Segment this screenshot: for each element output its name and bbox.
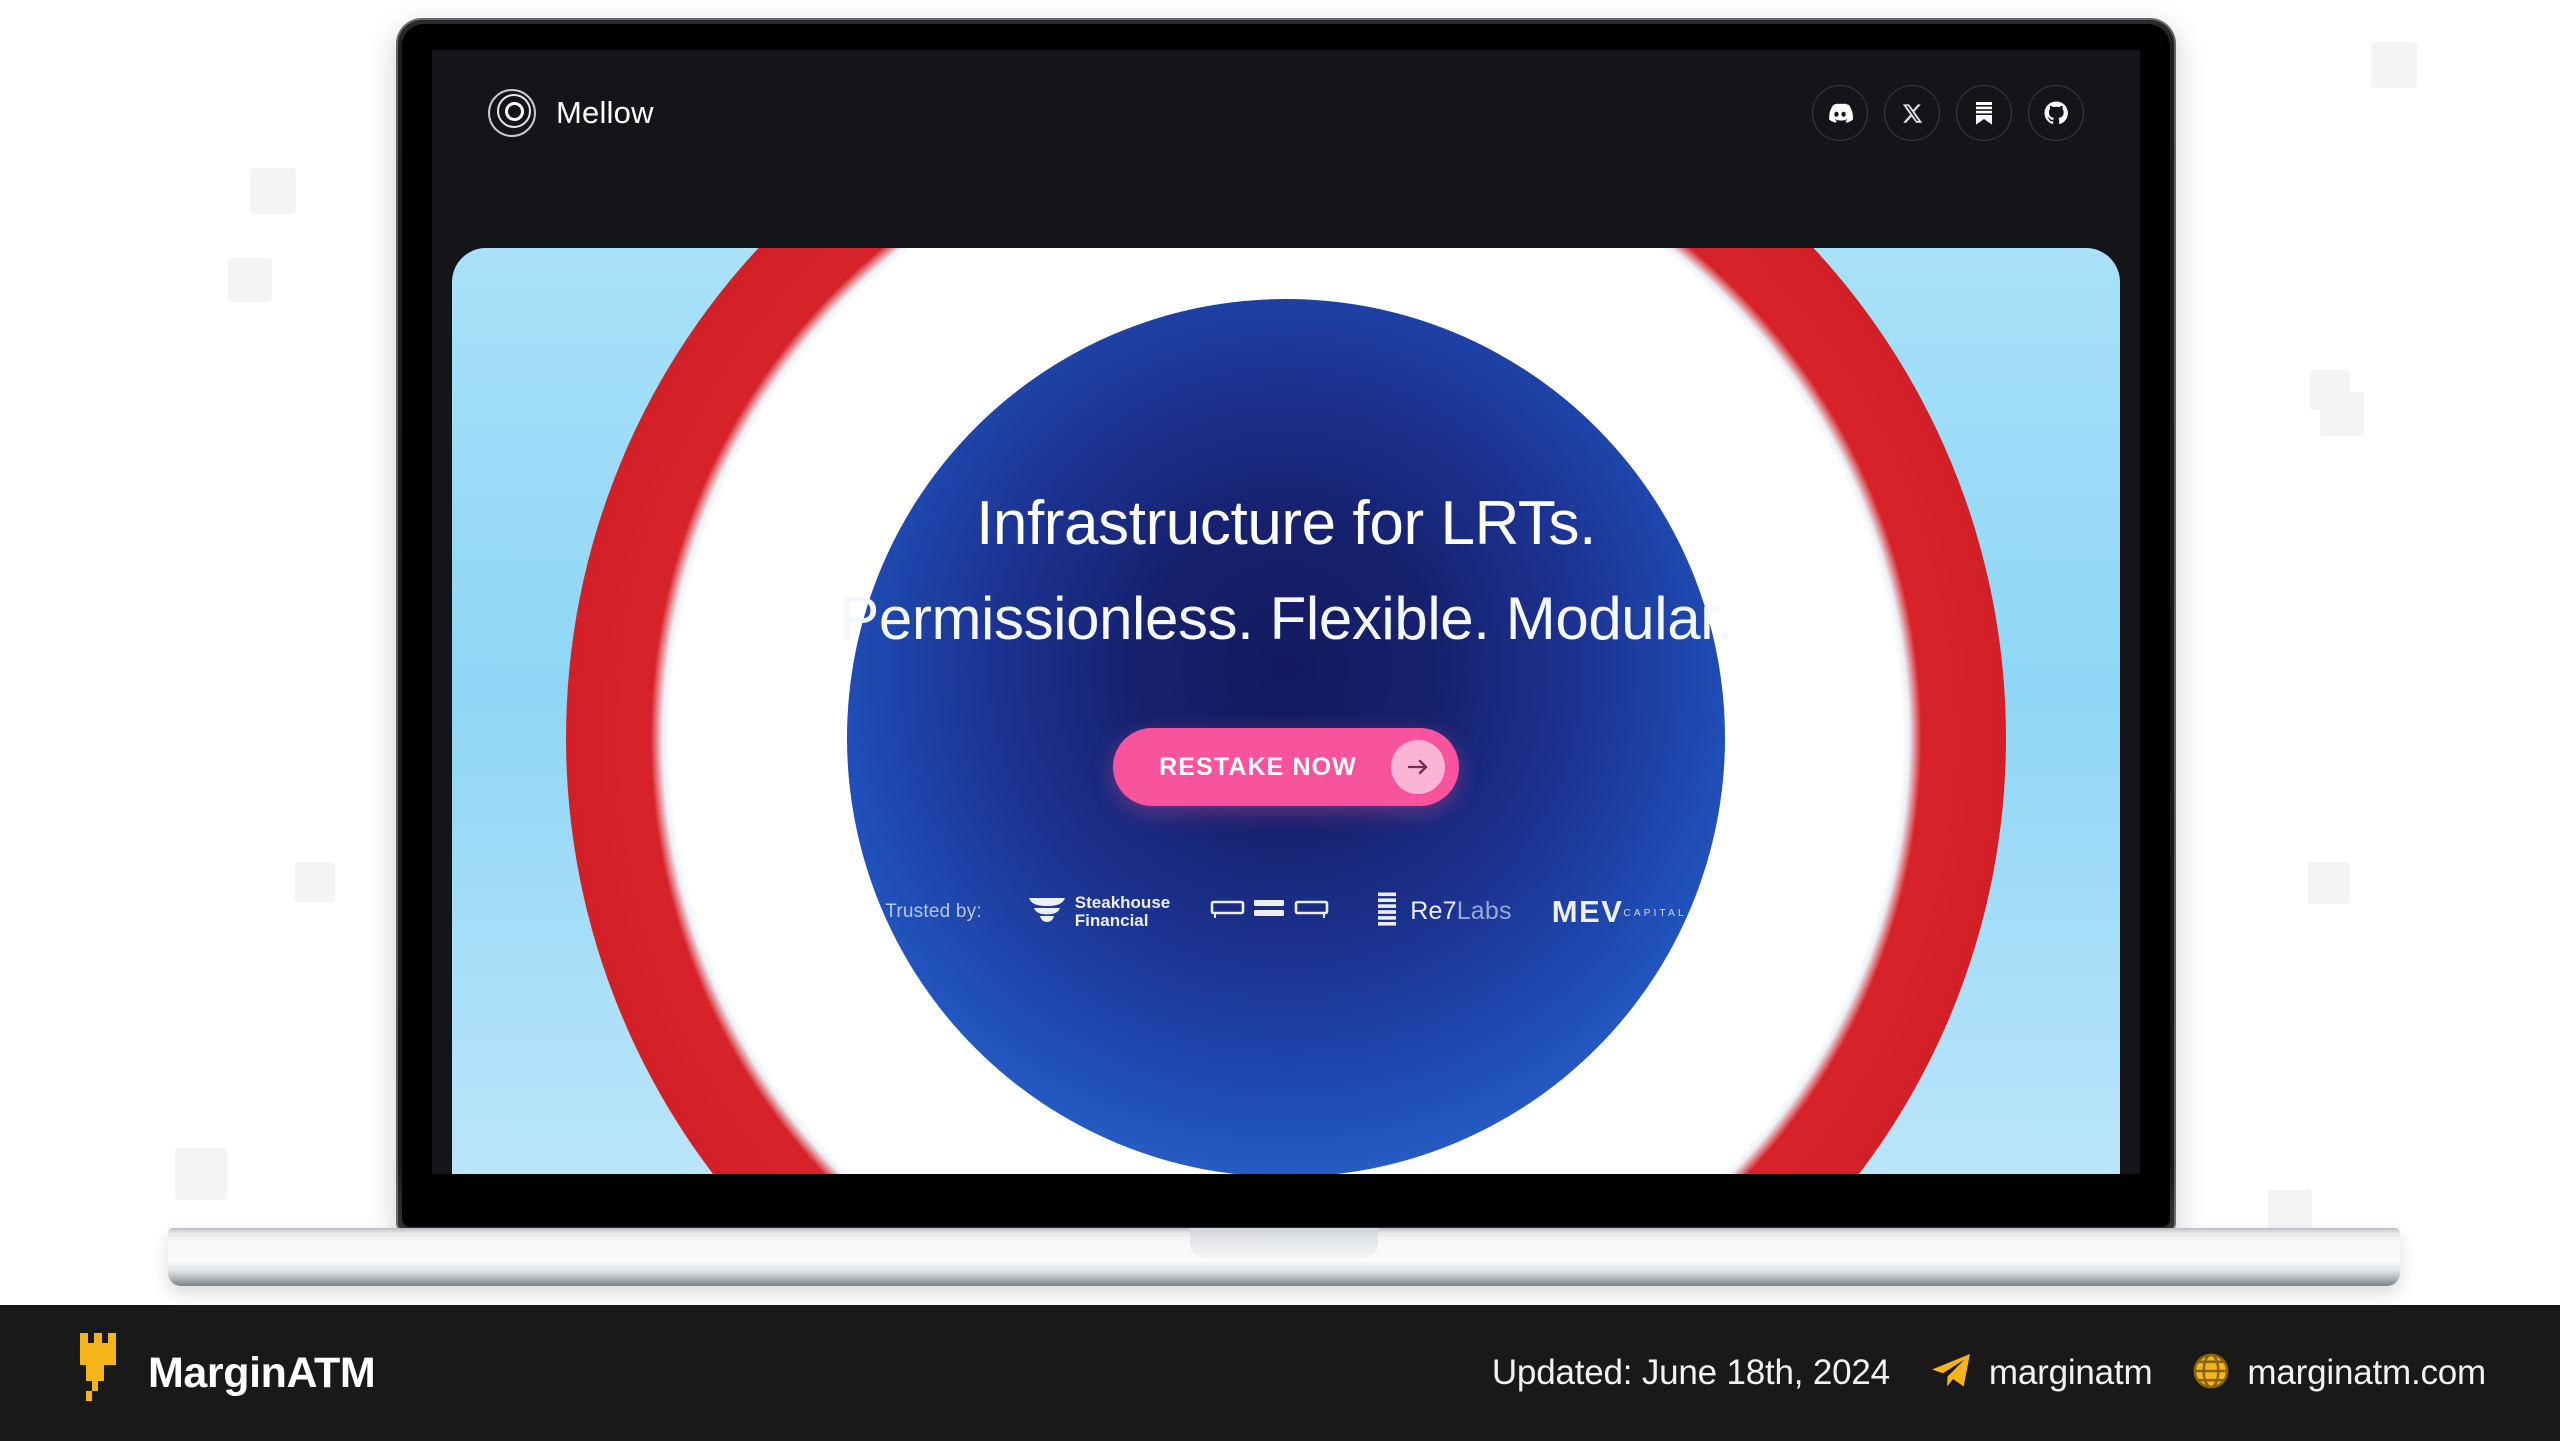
updated-date: Updated: June 18th, 2024 — [1492, 1353, 1890, 1393]
site-header: Mellow — [432, 50, 2140, 176]
arrow-right-icon — [1390, 740, 1445, 795]
mev-wordmark: MEV — [1551, 894, 1624, 930]
telegram-handle-text: marginatm — [1988, 1353, 2153, 1392]
decorative-square — [175, 1148, 227, 1200]
mirror-bookmark-icon — [1973, 101, 1995, 126]
laptop-base-notch — [1190, 1228, 1378, 1258]
decorative-square — [295, 862, 335, 902]
steakhouse-line1: Steakhouse — [1074, 893, 1171, 913]
partner-mev-capital: MEV CAPITAL — [1552, 896, 1687, 927]
hero-content: Infrastructure for LRTs. Permissionless.… — [452, 248, 2120, 1174]
restake-now-button[interactable]: RESTAKE NOW — [1113, 728, 1459, 807]
decorative-square — [228, 258, 272, 302]
laptop-lid: Mellow Infrastructure for LRTs. Permissi… — [396, 18, 2176, 1233]
github-icon — [2044, 101, 2068, 125]
marginatm-brand-name: MarginATM — [148, 1348, 376, 1397]
hero-card: Infrastructure for LRTs. Permissionless.… — [452, 248, 2120, 1174]
telegram-paper-plane-icon — [1930, 1352, 1972, 1395]
website-url[interactable]: marginatm.com — [2192, 1352, 2486, 1395]
re7-mark-icon — [1374, 892, 1400, 931]
footer-meta: Updated: June 18th, 2024 marginatm margi… — [1492, 1352, 2486, 1395]
marginatm-brand: MarginATM — [74, 1332, 376, 1414]
social-link-x[interactable] — [1884, 85, 1940, 141]
brand-name: Mellow — [556, 95, 654, 130]
steakhouse-line2: Financial — [1074, 910, 1149, 930]
mellow-spiral-icon — [488, 89, 536, 137]
hero-headline: Infrastructure for LRTs. — [976, 489, 1596, 558]
partner-p2p — [1210, 893, 1334, 930]
discord-icon — [1827, 103, 1853, 123]
laptop-mockup: Mellow Infrastructure for LRTs. Permissi… — [396, 18, 2176, 1233]
laptop-screen-bezel: Mellow Infrastructure for LRTs. Permissi… — [402, 24, 2170, 1227]
website-screen: Mellow Infrastructure for LRTs. Permissi… — [432, 50, 2140, 1174]
social-link-mirror[interactable] — [1956, 85, 2012, 141]
updated-date-text: Updated: June 18th, 2024 — [1491, 1353, 1890, 1392]
page-footer: MarginATM Updated: June 18th, 2024 margi… — [0, 1305, 2560, 1441]
restake-now-label: RESTAKE NOW — [1159, 752, 1357, 781]
telegram-handle[interactable]: marginatm — [1930, 1352, 2153, 1395]
castle-rook-icon — [74, 1332, 122, 1414]
re7-word: Re7 — [1410, 897, 1457, 926]
social-links — [1812, 85, 2084, 141]
globe-icon — [2192, 1352, 2230, 1395]
trusted-by-label: Trusted by: — [885, 900, 982, 922]
social-link-discord[interactable] — [1812, 85, 1868, 141]
decorative-square — [2371, 42, 2417, 88]
decorative-square — [250, 168, 296, 214]
trusted-by-row: Trusted by: Steakhouse Financial Re7Labs… — [885, 892, 1687, 931]
decorative-square — [2320, 392, 2364, 436]
steakhouse-mark-icon — [1028, 895, 1066, 928]
hero-subheadline: Permissionless. Flexible. Modular. — [839, 585, 1733, 653]
x-twitter-icon — [1902, 103, 1923, 124]
mev-capital-sub: CAPITAL — [1623, 907, 1687, 919]
partner-steakhouse-financial: Steakhouse Financial — [1028, 894, 1170, 929]
website-url-text: marginatm.com — [2247, 1353, 2486, 1392]
decorative-square — [2308, 862, 2350, 904]
brand-logo[interactable]: Mellow — [488, 89, 654, 137]
social-link-github[interactable] — [2028, 85, 2084, 141]
partner-re7-labs: Re7Labs — [1374, 892, 1512, 931]
laptop-base — [168, 1228, 2400, 1286]
screenshot-root: Mellow Infrastructure for LRTs. Permissi… — [0, 0, 2560, 1441]
re7-labs-word: Labs — [1456, 897, 1512, 926]
p2p-wordmark-icon — [1210, 893, 1334, 930]
